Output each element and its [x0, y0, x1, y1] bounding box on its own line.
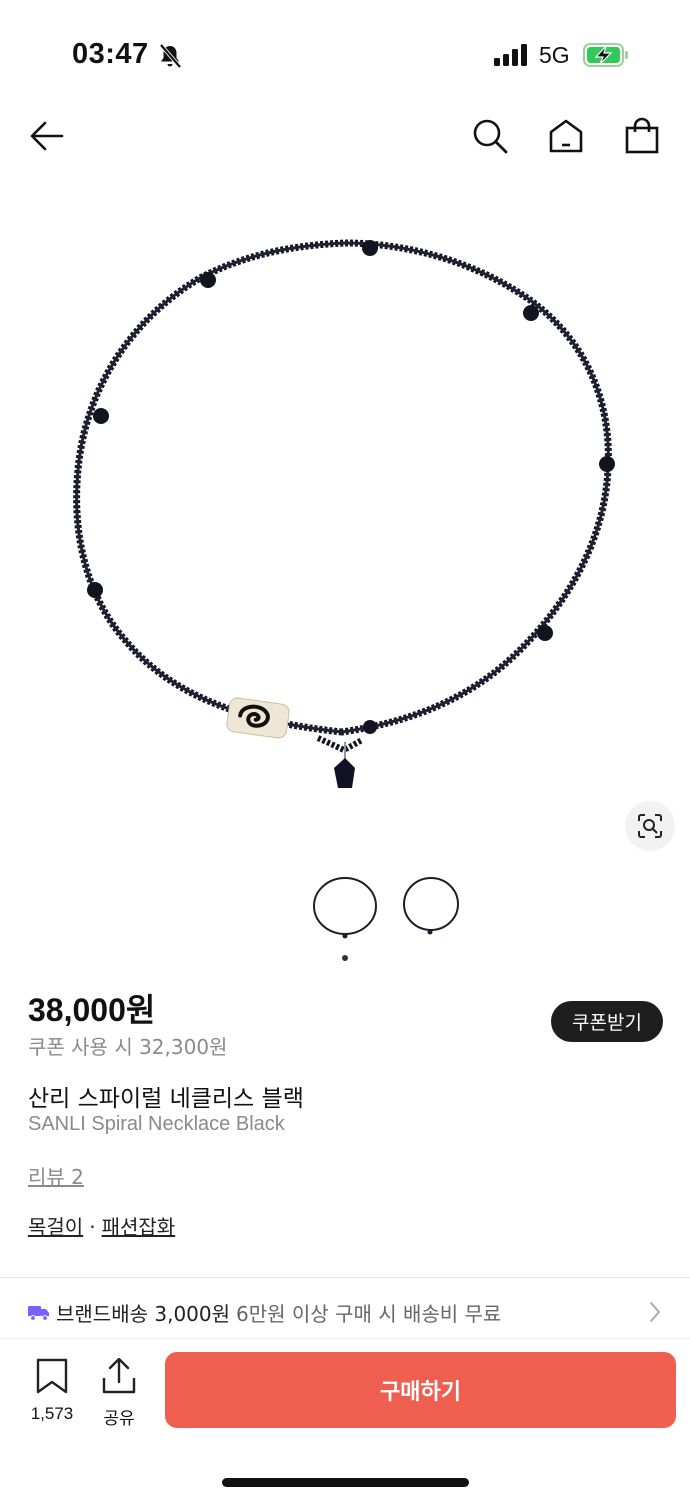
buy-button[interactable]: 구매하기: [165, 1352, 676, 1428]
divider: [0, 1277, 690, 1278]
review-link[interactable]: 리뷰 2: [28, 1161, 84, 1190]
status-time: 03:47: [72, 38, 149, 70]
product-price: 38,000원: [28, 992, 156, 1028]
home-icon[interactable]: [546, 116, 586, 156]
category-link-necklace[interactable]: 목걸이: [28, 1215, 83, 1239]
top-nav: [0, 110, 690, 160]
share-icon: [102, 1357, 136, 1394]
category-link-fashion[interactable]: 패션잡화: [102, 1215, 176, 1239]
share-label: 공유: [103, 1409, 135, 1429]
shipping-fee: 브랜드배송 3,000원: [56, 1302, 231, 1326]
bookmark-button[interactable]: 1,573: [22, 1358, 82, 1424]
thumbnail-2[interactable]: [400, 874, 462, 946]
breadcrumb: 목걸이 · 패션잡화: [28, 1211, 175, 1240]
carousel-indicator: [342, 955, 348, 961]
product-name-ko: 산리 스파이럴 네클리스 블랙: [28, 1086, 304, 1112]
shipping-text: 브랜드배송 3,000원 6만원 이상 구매 시 배송비 무료: [56, 1298, 501, 1327]
signal-icon: [494, 44, 530, 70]
bookmark-count: 1,573: [30, 1404, 74, 1423]
shipping-note: 6만원 이상 구매 시 배송비 무료: [236, 1302, 502, 1326]
search-icon[interactable]: [470, 116, 510, 156]
shopping-bag-icon[interactable]: [622, 116, 662, 156]
divider: [0, 1338, 690, 1339]
chevron-right-icon: [648, 1300, 662, 1328]
get-coupon-button[interactable]: 쿠폰받기: [551, 1001, 663, 1042]
status-bar: 03:47 5G: [0, 0, 690, 110]
battery-charging-icon: [583, 43, 629, 71]
thumbnail-1[interactable]: [311, 874, 379, 946]
silent-bell-icon: [158, 43, 182, 73]
bottom-action-bar: 1,573 공유 구매하기: [0, 1340, 690, 1440]
lens-scan-icon: [638, 814, 662, 838]
shipping-info-row[interactable]: 브랜드배송 3,000원 6만원 이상 구매 시 배송비 무료: [0, 1286, 690, 1338]
product-name-en: SANLI Spiral Necklace Black: [28, 1113, 285, 1135]
image-search-button[interactable]: [625, 801, 675, 851]
bookmark-icon: [36, 1358, 68, 1394]
coupon-price: 쿠폰 사용 시 32,300원: [28, 1035, 228, 1059]
image-thumbnails: [0, 874, 690, 944]
truck-icon: [28, 1303, 50, 1325]
home-indicator[interactable]: [222, 1478, 469, 1487]
product-image[interactable]: [0, 190, 690, 860]
back-arrow-icon[interactable]: [27, 116, 67, 156]
share-button[interactable]: 공유: [94, 1357, 144, 1429]
category-separator: ·: [89, 1215, 96, 1239]
network-type: 5G: [539, 42, 570, 68]
